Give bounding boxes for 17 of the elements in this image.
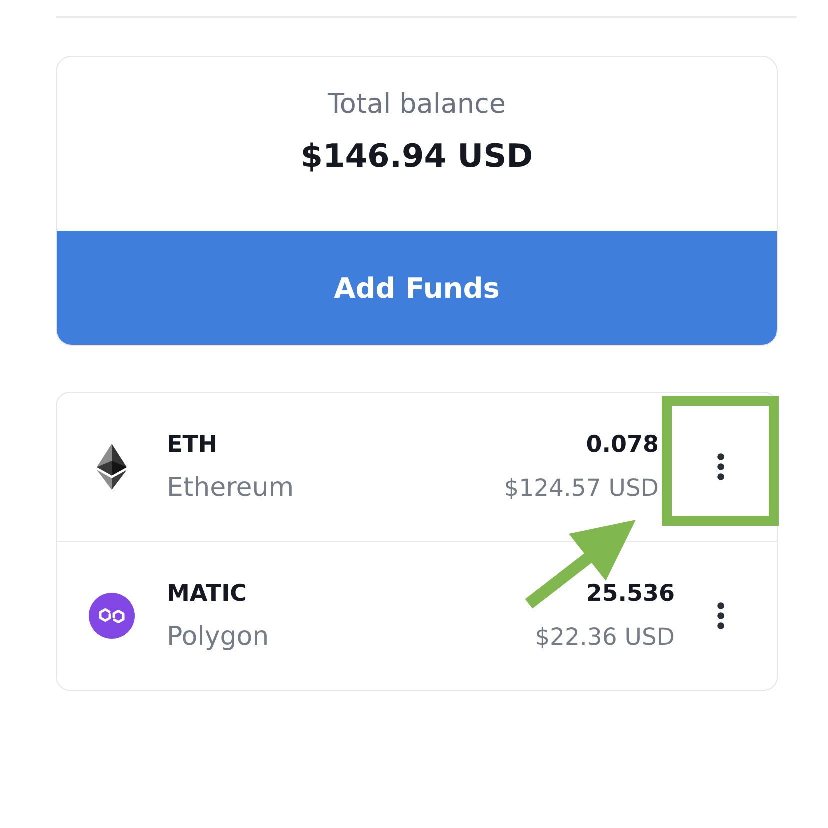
chain-link-icon [89, 593, 135, 639]
balance-label: Total balance [328, 89, 506, 121]
add-funds-button[interactable]: Add Funds [57, 231, 777, 345]
more-icon [717, 453, 725, 481]
diamond-icon [97, 444, 127, 490]
token-fiat-value: $22.36 USD [535, 622, 675, 652]
token-name: Polygon [167, 620, 270, 652]
token-symbol: ETH [167, 430, 219, 460]
token-amount: 25.536 [586, 580, 675, 608]
balance-amount: $146.94 USD [300, 137, 534, 175]
token-name: Ethereum [167, 472, 296, 504]
more-options-button[interactable] [717, 602, 725, 630]
more-options-button[interactable] [717, 453, 725, 481]
token-fiat-value: $124.57 USD [504, 472, 659, 504]
more-icon [717, 602, 725, 630]
token-amount: 0.078 [586, 430, 659, 460]
token-symbol: MATIC [167, 580, 248, 608]
